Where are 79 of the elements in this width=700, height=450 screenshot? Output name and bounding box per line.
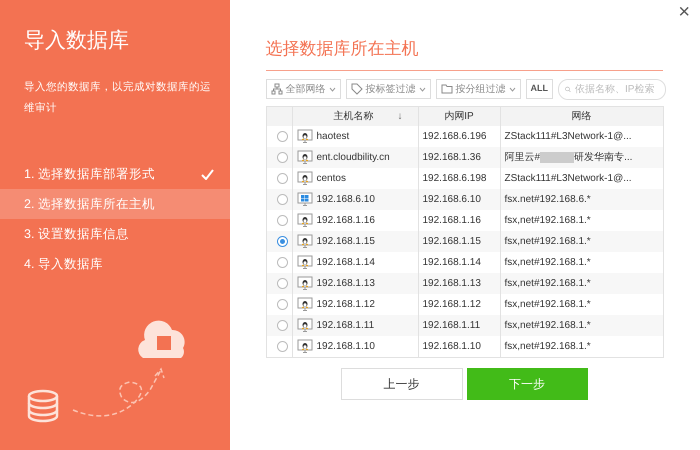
network-text: 阿里云#: [504, 152, 540, 163]
previous-button[interactable]: 上一步: [340, 368, 462, 400]
penguin-monitor-icon: [296, 338, 312, 354]
penguin-monitor-icon: [296, 296, 312, 312]
all-button[interactable]: ALL: [526, 79, 553, 99]
step-item[interactable]: 3. 设置数据库信息: [0, 219, 230, 250]
search-field[interactable]: 依据名称、IP检索: [558, 78, 666, 100]
host-name: haotest: [316, 131, 350, 142]
ip-cell: 192.168.1.10: [418, 336, 500, 357]
network-text: fsx,net#192.168.1.*: [504, 236, 591, 247]
network-text: fsx,net#192.168.1.*: [504, 257, 591, 268]
ip-cell: 192.168.1.36: [418, 147, 500, 168]
penguin-monitor-icon: [296, 128, 312, 144]
step-item[interactable]: 1. 选择数据库部署形式: [0, 159, 230, 190]
penguin-monitor-icon: [296, 212, 312, 228]
radio-button[interactable]: [276, 152, 288, 163]
sidebar-title: 导入数据库: [24, 28, 130, 54]
column-header[interactable]: 内网IP: [418, 106, 500, 126]
radio-button[interactable]: [276, 172, 288, 184]
penguin-monitor-icon: [296, 170, 312, 186]
caret-icon: [328, 86, 336, 92]
network-icon: [271, 84, 282, 94]
sort-arrow-icon[interactable]: ↓: [398, 110, 402, 122]
host-name: 192.168.1.16: [316, 215, 375, 226]
ip-cell: 192.168.1.15: [418, 231, 500, 252]
network-text: fsx.net#192.168.6.*: [504, 194, 591, 205]
radio-button[interactable]: [276, 256, 288, 268]
penguin-monitor-icon: [296, 234, 312, 249]
ip-cell: 192.168.6.10: [418, 189, 500, 210]
host-name: 192.168.1.14: [316, 257, 375, 268]
network-text: fsx,net#192.168.1.*: [504, 340, 591, 352]
column-header[interactable]: 网络: [500, 106, 663, 126]
network-text: fsx,net#192.168.1.*: [504, 299, 591, 310]
radio-button[interactable]: [276, 320, 288, 331]
close-button[interactable]: ×: [674, 0, 694, 24]
penguin-monitor-icon: [296, 276, 312, 291]
radio-button[interactable]: [276, 298, 288, 310]
host-name: ent.cloudbility.cn: [316, 152, 390, 164]
check-icon: [200, 168, 214, 180]
host-name: 192.168.6.10: [316, 194, 375, 206]
caret-icon: [508, 86, 516, 92]
network-text: ZStack111#L3Network-1@...: [504, 173, 632, 184]
host-name: 192.168.1.15: [316, 236, 375, 248]
step-item[interactable]: 2. 选择数据库所在主机: [0, 189, 230, 220]
network-text: fsx,net#192.168.1.*: [504, 215, 591, 226]
sidebar-description: 导入您的数据库，以完成对数据库的运维审计: [24, 80, 212, 116]
database-icon: [28, 390, 58, 422]
host-name: 192.168.1.12: [316, 299, 375, 310]
ip-cell: 192.168.1.13: [418, 273, 500, 294]
filter-dropdown[interactable]: 按标签过滤: [346, 79, 430, 99]
windows-monitor-icon: [296, 192, 312, 207]
radio-button[interactable]: [276, 194, 288, 205]
section-title: 选择数据库所在主机: [266, 36, 662, 70]
cloud-icon: [138, 320, 185, 358]
penguin-monitor-icon: [296, 318, 312, 333]
host-name: 192.168.1.13: [316, 278, 375, 290]
penguin-monitor-icon: [296, 150, 312, 165]
radio-button[interactable]: [276, 130, 288, 142]
caret-icon: [418, 86, 426, 92]
host-name: 192.168.1.10: [316, 340, 375, 352]
penguin-monitor-icon: [296, 254, 312, 270]
host-name: 192.168.1.11: [316, 320, 374, 332]
ip-cell: 192.168.1.11: [418, 315, 500, 336]
radio-button[interactable]: [276, 236, 288, 247]
folder-icon: [441, 84, 452, 94]
network-text: fsx,net#192.168.1.*: [504, 278, 591, 289]
radio-button[interactable]: [276, 340, 288, 352]
network-text: fsx,net#192.168.1.*: [504, 320, 591, 331]
network-text: 研发华南专...: [574, 152, 632, 163]
host-name: centos: [316, 173, 346, 184]
radio-button[interactable]: [276, 214, 288, 226]
filter-dropdown[interactable]: 全部网络: [266, 79, 340, 99]
step-item[interactable]: 4. 导入数据库: [0, 249, 230, 280]
tag-icon: [351, 84, 362, 95]
column-header[interactable]: 主机名称: [334, 110, 374, 122]
next-button[interactable]: 下一步: [466, 368, 588, 400]
network-text: ZStack111#L3Network-1@...: [504, 131, 632, 142]
radio-button[interactable]: [276, 278, 288, 289]
filter-dropdown[interactable]: 按分组过滤: [436, 79, 520, 99]
